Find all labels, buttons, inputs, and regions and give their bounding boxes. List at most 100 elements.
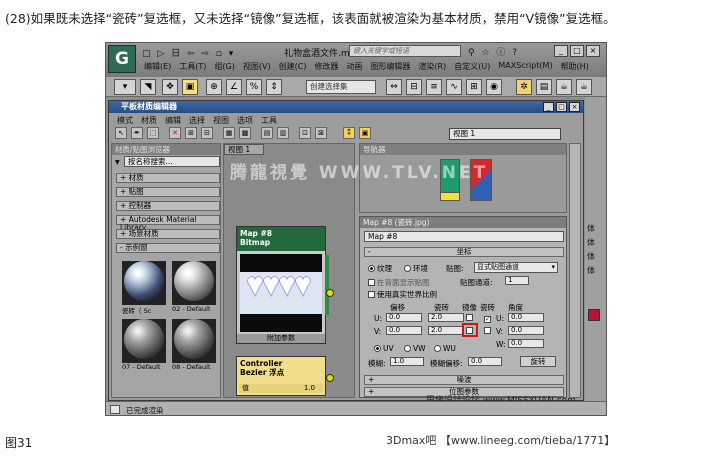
category-materials[interactable]: + 材质 [116, 173, 220, 183]
sme-menu-options[interactable]: 选项 [233, 115, 257, 126]
select-and-link-icon[interactable]: ▣ [182, 79, 198, 95]
angle-snap-icon[interactable]: ∠ [226, 79, 242, 95]
move-icon[interactable]: ✥ [162, 79, 178, 95]
toggle-panel-icon[interactable]: ▣ [359, 127, 371, 139]
menu-create[interactable]: 创建(C) [275, 61, 311, 72]
mirror-icon[interactable]: ⇔ [386, 79, 402, 95]
rotate-button[interactable]: 旋转 [520, 356, 556, 367]
menu-graph-editors[interactable]: 图形编辑器 [366, 61, 414, 72]
object-color-swatch[interactable] [588, 309, 600, 321]
category-controllers[interactable]: + 控制器 [116, 201, 220, 211]
map-node-footer[interactable]: 附加参数 [237, 334, 325, 343]
sme-close-button[interactable]: × [569, 102, 580, 112]
map-channel-spinner[interactable]: 1 [505, 276, 529, 285]
coordinates-rollout[interactable]: - 坐标 [364, 247, 564, 257]
sample-slot[interactable]: 08 - Default [172, 317, 216, 371]
sample-slot[interactable]: 02 - Default [172, 259, 216, 313]
show-map-backside-checkbox[interactable]: 在背面显示贴图 [368, 277, 430, 288]
sme-menu-modes[interactable]: 模式 [113, 115, 137, 126]
search-by-name-input[interactable]: 按名称搜索... [124, 156, 220, 167]
select-by-material-icon[interactable]: ⁑ [343, 127, 355, 139]
view-tab[interactable]: 视图 1 [224, 144, 264, 155]
blur-offset-spinner[interactable]: 0.0 [468, 357, 502, 366]
view-selector-dropdown[interactable]: 视图 1 [449, 128, 561, 140]
w-angle-spinner[interactable]: 0.0 [508, 339, 544, 348]
named-selection-set-dropdown[interactable]: 创建选择集 [306, 80, 376, 94]
app-logo-button[interactable]: G [108, 45, 136, 73]
sme-minimize-button[interactable]: _ [543, 102, 554, 112]
v-tiling-spinner[interactable]: 2.0 [428, 326, 464, 335]
u-angle-spinner[interactable]: 0.0 [508, 313, 544, 322]
menu-edit[interactable]: 编辑(E) [140, 61, 175, 72]
schematic-view-icon[interactable]: ⊞ [466, 79, 482, 95]
close-button[interactable]: × [586, 45, 600, 57]
render-iterative-icon[interactable]: ☕ [576, 79, 592, 95]
render-production-icon[interactable]: ☕ [556, 79, 572, 95]
blur-spinner[interactable]: 1.0 [390, 357, 424, 366]
real-world-scale-checkbox[interactable]: 使用真实世界比例 [368, 289, 437, 300]
environment-radio[interactable]: 环境 [404, 263, 428, 274]
u-tile-checkbox[interactable]: ✓ [484, 313, 493, 323]
menu-maxscript[interactable]: MAXScript(M) [494, 61, 556, 72]
menu-tools[interactable]: 工具(T) [175, 61, 210, 72]
parameter-editor-icon[interactable]: ⊠ [315, 127, 327, 139]
category-sample-slots[interactable]: - 示例窗 [116, 243, 220, 253]
spinner-snap-icon[interactable]: ⇕ [266, 79, 282, 95]
delete-icon[interactable]: ✕ [169, 127, 181, 139]
sme-menu-edit[interactable]: 编辑 [161, 115, 185, 126]
browser-options-icon[interactable]: ▼ [115, 159, 120, 166]
v-offset-spinner[interactable]: 0.0 [386, 326, 422, 335]
menu-help[interactable]: 帮助(H) [557, 61, 593, 72]
menu-rendering[interactable]: 渲染(R) [414, 61, 450, 72]
quick-access-toolbar[interactable]: □ ▷ 日 ⇦ ⇨ ▫ ▾ [142, 46, 235, 59]
rendered-frame-icon[interactable]: ▤ [536, 79, 552, 95]
uv-radio[interactable]: UV [374, 344, 394, 353]
noise-rollout[interactable]: + 噪波 [364, 375, 564, 385]
v-angle-spinner[interactable]: 0.0 [508, 326, 544, 335]
u-tiling-spinner[interactable]: 2.0 [428, 313, 464, 322]
keyword-search-input[interactable]: 键入关键字或短语 [349, 45, 461, 57]
category-autodesk-library[interactable]: + Autodesk Material Library [116, 215, 220, 232]
v-tile-checkbox[interactable] [484, 326, 493, 335]
show-background-icon[interactable]: ▩ [239, 127, 251, 139]
sample-slot[interactable]: 瓷砖（ Sc [122, 259, 166, 315]
menu-animation[interactable]: 动画 [342, 61, 366, 72]
material-map-navigator-icon[interactable]: ⊡ [299, 127, 311, 139]
layer-icon[interactable]: ≡ [426, 79, 442, 95]
menu-modifiers[interactable]: 修改器 [310, 61, 342, 72]
sample-slot[interactable]: 07 - Default [122, 317, 166, 371]
u-mirror-checkbox[interactable] [466, 313, 475, 322]
show-map-in-viewport-icon[interactable]: ▦ [223, 127, 235, 139]
right-scrollbar[interactable] [569, 143, 581, 398]
pick-material-icon[interactable]: ✒ [131, 127, 143, 139]
sme-menu-select[interactable]: 选择 [185, 115, 209, 126]
sme-menu-utilities[interactable]: 工具 [257, 115, 281, 126]
percent-snap-icon[interactable]: % [246, 79, 262, 95]
minimize-button[interactable]: _ [554, 45, 568, 57]
hide-unused-icon[interactable]: ⊟ [201, 127, 213, 139]
texture-radio[interactable]: 纹理 [368, 263, 392, 274]
curve-editor-icon[interactable]: ∿ [446, 79, 462, 95]
snap-icon[interactable]: ⊕ [206, 79, 222, 95]
wu-radio[interactable]: WU [434, 344, 456, 353]
layout-all-icon[interactable]: ▤ [261, 127, 273, 139]
u-offset-spinner[interactable]: 0.0 [386, 313, 422, 322]
category-maps[interactable]: + 贴图 [116, 187, 220, 197]
map-output-socket[interactable] [326, 289, 334, 297]
select-object-icon[interactable]: ◥ [140, 79, 156, 95]
select-tool-icon[interactable]: ↖ [115, 127, 127, 139]
menu-customize[interactable]: 自定义(U) [450, 61, 494, 72]
controller-output-socket[interactable] [326, 374, 334, 382]
menu-views[interactable]: 视图(V) [239, 61, 275, 72]
layout-children-icon[interactable]: ▥ [277, 127, 289, 139]
sme-menu-material[interactable]: 材质 [137, 115, 161, 126]
vw-radio[interactable]: VW [404, 344, 426, 353]
category-scene-materials[interactable]: + 场景材质 [116, 229, 220, 239]
move-children-icon[interactable]: ⊞ [185, 127, 197, 139]
info-center-icons[interactable]: ⚲ ☆ ⓘ ? [468, 45, 519, 58]
maximize-button[interactable]: □ [570, 45, 584, 57]
bitmap-map-node[interactable]: Map #8 Bitmap 附加参数 [236, 226, 329, 344]
map-name-field[interactable]: Map #8 [364, 231, 564, 242]
undo-dropdown-icon[interactable]: ▾ [114, 79, 136, 95]
menu-group[interactable]: 组(G) [210, 61, 238, 72]
